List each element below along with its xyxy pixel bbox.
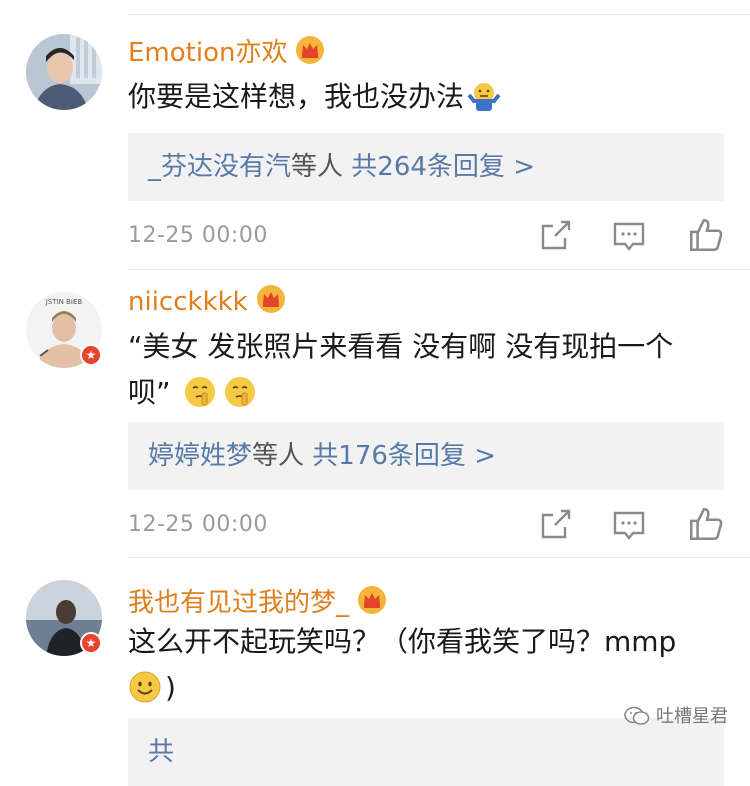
crown-vip-icon: [296, 36, 325, 64]
svg-text:JSTIN BIEB: JSTIN BIEB: [45, 298, 83, 306]
reply-summary[interactable]: 共: [128, 718, 724, 786]
reply-count[interactable]: 共176条回复 >: [312, 441, 496, 471]
top-divider: [128, 14, 750, 15]
reply-summary[interactable]: 婷婷姓梦等人 共176条回复 >: [128, 422, 724, 490]
share-icon[interactable]: [537, 507, 573, 543]
username-text[interactable]: 我也有见过我的梦_: [128, 588, 349, 618]
comment-text: 你要是这样想，我也没办法: [128, 80, 465, 113]
avatar[interactable]: [26, 34, 102, 110]
wechat-icon: [624, 706, 650, 725]
comment-content: “美女 发张照片来看看 没有啊 没有现拍一个 呗”: [128, 324, 718, 416]
shrug-emoji-icon: [467, 83, 501, 111]
smile-emoji-icon: [129, 671, 161, 703]
comment-text-tail: ): [165, 671, 176, 704]
crown-vip-icon: [256, 285, 285, 313]
reply-count[interactable]: 共264条回复 >: [351, 152, 535, 182]
crown-vip-icon: [358, 586, 387, 614]
username-text[interactable]: niicckkkk: [128, 287, 248, 317]
timestamp: 12-25 00:00: [128, 512, 268, 537]
reply-names[interactable]: _芬达没有汽: [148, 152, 291, 182]
username[interactable]: 我也有见过我的梦_: [128, 582, 387, 619]
username-text[interactable]: Emotion亦欢: [128, 38, 287, 68]
reply-summary[interactable]: _芬达没有汽等人 共264条回复 >: [128, 133, 724, 201]
comment-text-line-2: 呗”: [128, 370, 718, 416]
comment-divider: [128, 557, 750, 558]
timestamp: 12-25 00:00: [128, 223, 268, 248]
shush-emoji-icon: [184, 377, 215, 407]
username[interactable]: Emotion亦欢: [128, 32, 325, 69]
thumbs-up-icon[interactable]: [687, 505, 725, 543]
comment-content: 你要是这样想，我也没办法: [128, 74, 718, 120]
comment-icon[interactable]: [611, 507, 647, 543]
comment-content: 这么开不起玩笑吗？（你看我笑了吗？mmp ): [128, 619, 718, 711]
reply-middle: 等人: [291, 152, 344, 182]
comment-icon[interactable]: [611, 218, 647, 254]
watermark-text: 吐槽星君: [656, 706, 728, 727]
shush-emoji-icon: [224, 377, 255, 407]
reply-names[interactable]: 婷婷姓梦: [148, 441, 252, 471]
thumbs-up-icon[interactable]: [687, 216, 725, 254]
verified-star-badge: ★: [80, 632, 102, 654]
username[interactable]: niicckkkk: [128, 284, 286, 317]
comment-text-line: 这么开不起玩笑吗？（你看我笑了吗？mmp: [128, 625, 677, 658]
comment-text-line: “美女 发张照片来看看 没有啊 没有现拍一个: [128, 330, 674, 363]
reply-count[interactable]: 共: [148, 737, 174, 767]
verified-star-badge: ★: [80, 344, 102, 366]
watermark: 吐槽星君: [624, 702, 728, 728]
share-icon[interactable]: [537, 218, 573, 254]
comment-text-tail: 呗”: [128, 376, 171, 409]
reply-middle: 等人: [252, 441, 305, 471]
comment-divider: [128, 269, 750, 270]
